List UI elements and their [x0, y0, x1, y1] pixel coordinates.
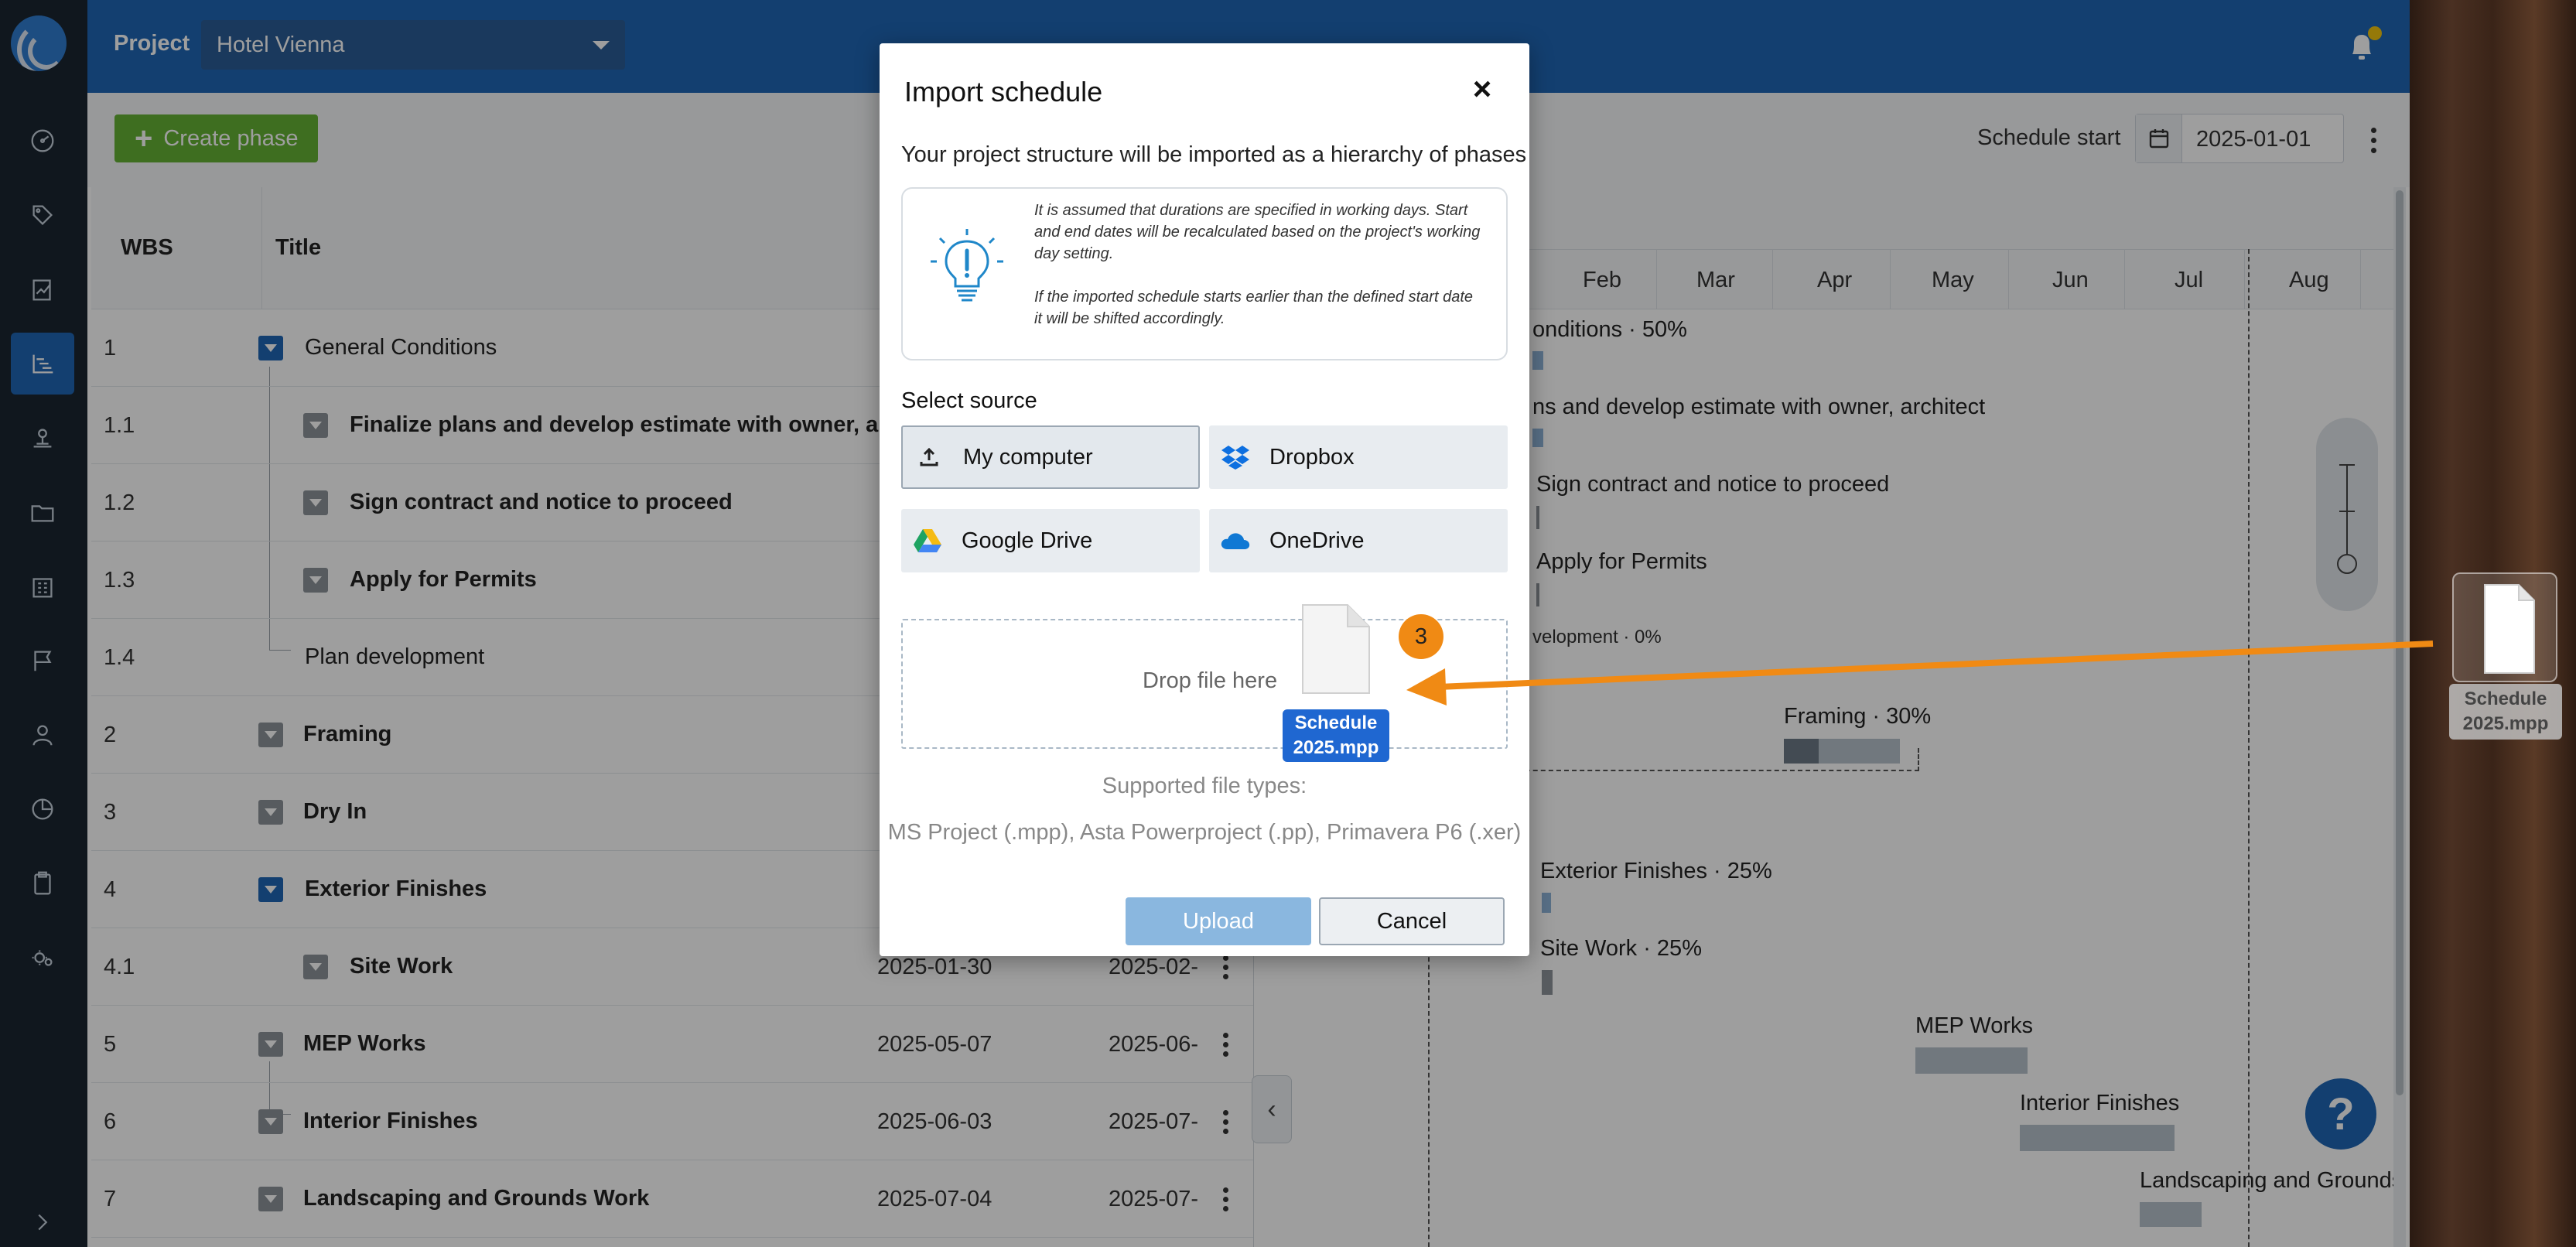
cancel-button[interactable]: Cancel	[1319, 897, 1505, 945]
select-source-label: Select source	[901, 388, 1037, 413]
dialog-title: Import schedule	[904, 76, 1103, 108]
dropbox-icon	[1220, 442, 1251, 473]
dragged-file-label: Schedule 2025.mpp	[1283, 709, 1389, 762]
desktop-file-label: Schedule 2025.mpp	[2449, 684, 2562, 740]
import-schedule-dialog: Import schedule × Your project structure…	[880, 43, 1529, 956]
google-drive-icon	[912, 525, 943, 556]
dialog-subtitle: Your project structure will be imported …	[901, 142, 1527, 167]
desktop-file-icon[interactable]	[2452, 572, 2557, 682]
lightbulb-icon	[931, 229, 1003, 302]
source-google-drive-button[interactable]: Google Drive	[901, 509, 1200, 572]
supported-types-label: Supported file types:	[1102, 774, 1307, 798]
onedrive-icon	[1220, 525, 1251, 556]
source-dropbox-button[interactable]: Dropbox	[1209, 425, 1508, 489]
info-text-shift: If the imported schedule starts earlier …	[1034, 289, 1473, 327]
source-my-computer-button[interactable]: My computer	[901, 425, 1200, 489]
close-icon[interactable]: ×	[1464, 71, 1500, 107]
dragged-file-icon	[1302, 604, 1370, 694]
info-text-durations: It is assumed that durations are specifi…	[1034, 202, 1481, 262]
upload-icon	[914, 442, 945, 473]
upload-button[interactable]: Upload	[1126, 897, 1311, 945]
drop-zone-text: Drop file here	[1143, 668, 1278, 693]
supported-types-list: MS Project (.mpp), Asta Powerproject (.p…	[887, 820, 1522, 845]
info-box: It is assumed that durations are specifi…	[901, 187, 1508, 360]
drag-count-badge: 3	[1399, 614, 1443, 659]
source-onedrive-button[interactable]: OneDrive	[1209, 509, 1508, 572]
